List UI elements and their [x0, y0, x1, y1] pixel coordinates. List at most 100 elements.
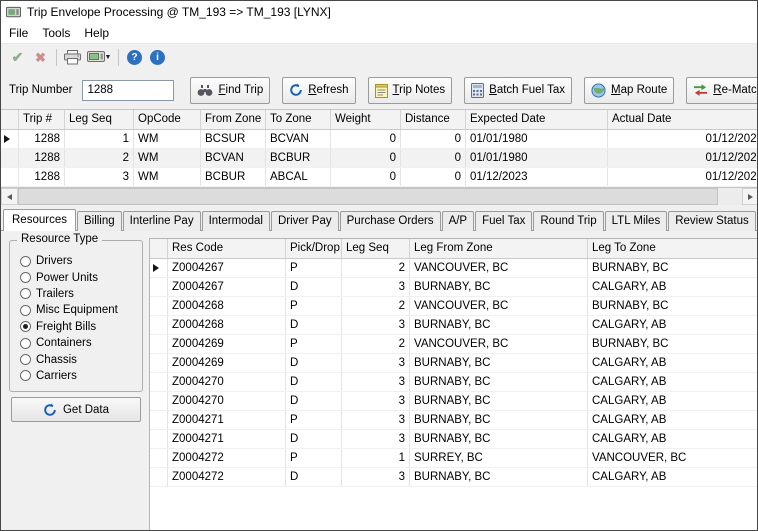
table-row[interactable]: Z0004267D3BURNABY, BCCALGARY, AB — [150, 278, 757, 297]
toolbar-info-icon[interactable]: i — [146, 47, 169, 68]
toolbar-help-icon[interactable]: ? — [123, 47, 146, 68]
column-header-from-zone[interactable]: From Zone — [201, 110, 266, 129]
cell: 0 — [331, 130, 401, 148]
radio-drivers[interactable]: Drivers — [20, 253, 140, 269]
tab-fuel-tax[interactable]: Fuel Tax — [475, 211, 532, 231]
toolbar-cancel-icon[interactable]: ✖ — [29, 47, 52, 68]
cell: BURNABY, BC — [588, 297, 757, 315]
cell: WM — [134, 168, 201, 186]
column-header-weight[interactable]: Weight — [331, 110, 401, 129]
radio-power-units[interactable]: Power Units — [20, 269, 140, 285]
cell: CALGARY, AB — [588, 411, 757, 429]
button-map-route[interactable]: Map Route — [584, 77, 674, 104]
scroll-right-button[interactable] — [742, 188, 758, 205]
horizontal-scrollbar[interactable] — [1, 188, 758, 205]
cell: 01/12/2023 — [608, 149, 758, 167]
trip-number-input[interactable] — [82, 80, 174, 101]
tab-ltl-miles[interactable]: LTL Miles — [605, 211, 668, 231]
column-header-pick-drop[interactable]: Pick/Drop — [286, 239, 342, 258]
button-re-match[interactable]: Re-Match — [686, 77, 757, 104]
button-find-trip[interactable]: Find Trip — [190, 77, 270, 104]
button-batch-fuel-tax[interactable]: Batch Fuel Tax — [464, 77, 572, 104]
table-row[interactable]: Z0004271P3BURNABY, BCCALGARY, AB — [150, 411, 757, 430]
row-selector — [150, 468, 168, 486]
cell: D — [286, 373, 342, 391]
cell: 01/01/1980 — [466, 130, 608, 148]
row-selector — [1, 168, 19, 186]
button-refresh[interactable]: Refresh — [282, 77, 355, 104]
tab-intermodal[interactable]: Intermodal — [202, 211, 270, 231]
title-bar[interactable]: Trip Envelope Processing @ TM_193 => TM_… — [1, 1, 757, 23]
radio-label: Freight Bills — [36, 321, 96, 333]
toolbar-print-icon[interactable] — [61, 47, 84, 68]
row-selector — [150, 373, 168, 391]
table-row[interactable]: Z0004268P2VANCOUVER, BCBURNABY, BC — [150, 297, 757, 316]
row-selector — [150, 430, 168, 448]
column-header-to-zone[interactable]: To Zone — [266, 110, 331, 129]
toolbar-dropdown-arrow-icon[interactable]: ▼ — [102, 47, 114, 68]
radio-chassis[interactable]: Chassis — [20, 351, 140, 367]
tab-billing[interactable]: Billing — [77, 211, 122, 231]
tab-round-trip[interactable]: Round Trip — [533, 211, 603, 231]
resources-grid: Res CodePick/DropLeg SeqLeg From ZoneLeg… — [149, 238, 757, 530]
cell: P — [286, 297, 342, 315]
column-header-distance[interactable]: Distance — [401, 110, 466, 129]
radio-freight-bills[interactable]: Freight Bills — [20, 319, 140, 335]
tab-purchase-orders[interactable]: Purchase Orders — [340, 211, 441, 231]
radio-misc-equipment[interactable]: Misc Equipment — [20, 302, 140, 318]
cell: 3 — [342, 354, 410, 372]
cell: Z0004270 — [168, 373, 286, 391]
table-row[interactable]: Z0004272D3BURNABY, BCCALGARY, AB — [150, 468, 757, 487]
scroll-left-button[interactable] — [1, 188, 18, 205]
scrollbar-thumb[interactable] — [18, 188, 718, 205]
table-row[interactable]: 12883WMBCBURABCAL0001/12/202301/12/2023 — [1, 168, 758, 187]
tab-interline-pay[interactable]: Interline Pay — [123, 211, 201, 231]
table-row[interactable]: Z0004267P2VANCOUVER, BCBURNABY, BC — [150, 259, 757, 278]
column-header-actual-date[interactable]: Actual Date — [608, 110, 758, 129]
table-row[interactable]: Z0004269P2VANCOUVER, BCBURNABY, BC — [150, 335, 757, 354]
table-row[interactable]: Z0004270D3BURNABY, BCCALGARY, AB — [150, 392, 757, 411]
menu-item-tools[interactable]: Tools — [35, 24, 77, 42]
get-data-button[interactable]: Get Data — [11, 397, 141, 422]
column-header-leg-from-zone[interactable]: Leg From Zone — [410, 239, 588, 258]
tab-review-status[interactable]: Review Status — [668, 211, 756, 231]
column-header-leg-seq[interactable]: Leg Seq — [65, 110, 134, 129]
tab-strip: ResourcesBillingInterline PayIntermodalD… — [3, 208, 757, 231]
tab-driver-pay[interactable]: Driver Pay — [271, 211, 339, 231]
cell: BCVAN — [266, 130, 331, 148]
cell: Z0004267 — [168, 259, 286, 277]
radio-trailers[interactable]: Trailers — [20, 286, 140, 302]
radio-containers[interactable]: Containers — [20, 335, 140, 351]
table-row[interactable]: Z0004271D3BURNABY, BCCALGARY, AB — [150, 430, 757, 449]
menu-item-file[interactable]: File — [2, 24, 35, 42]
menu-item-help[interactable]: Help — [77, 24, 116, 42]
column-header-res-code[interactable]: Res Code — [168, 239, 286, 258]
cell: 0 — [401, 130, 466, 148]
cell: P — [286, 335, 342, 353]
notes-icon — [375, 83, 388, 98]
table-row[interactable]: 12882WMBCVANBCBUR0001/01/198001/12/2023 — [1, 149, 758, 168]
column-header-leg-to-zone[interactable]: Leg To Zone — [588, 239, 757, 258]
row-selector — [150, 392, 168, 410]
resource-type-list: DriversPower UnitsTrailersMisc Equipment… — [20, 253, 140, 384]
trip-legs-grid: Trip #Leg SeqOpCodeFrom ZoneTo ZoneWeigh… — [1, 109, 758, 188]
table-row[interactable]: Z0004269D3BURNABY, BCCALGARY, AB — [150, 354, 757, 373]
column-header-expected-date[interactable]: Expected Date — [466, 110, 608, 129]
column-header-leg-seq[interactable]: Leg Seq — [342, 239, 410, 258]
table-row[interactable]: Z0004268D3BURNABY, BCCALGARY, AB — [150, 316, 757, 335]
radio-carriers[interactable]: Carriers — [20, 368, 140, 384]
column-header-opcode[interactable]: OpCode — [134, 110, 201, 129]
table-row[interactable]: Z0004270D3BURNABY, BCCALGARY, AB — [150, 373, 757, 392]
tab-a-p[interactable]: A/P — [442, 211, 475, 231]
button-trip-notes[interactable]: Trip Notes — [368, 77, 453, 104]
table-row[interactable]: Z0004272P1SURREY, BCVANCOUVER, BC — [150, 449, 757, 468]
app-window: Trip Envelope Processing @ TM_193 => TM_… — [0, 0, 758, 531]
radio-label: Containers — [36, 337, 92, 349]
toolbar-confirm-icon[interactable]: ✔ — [6, 47, 29, 68]
column-header-trip[interactable]: Trip # — [19, 110, 65, 129]
radio-label: Chassis — [36, 354, 77, 366]
tab-resources[interactable]: Resources — [3, 209, 76, 231]
table-row[interactable]: 12881WMBCSURBCVAN0001/01/198001/12/2023 — [1, 130, 758, 149]
cell: BCBUR — [201, 168, 266, 186]
button-label: Find Trip — [218, 84, 263, 96]
